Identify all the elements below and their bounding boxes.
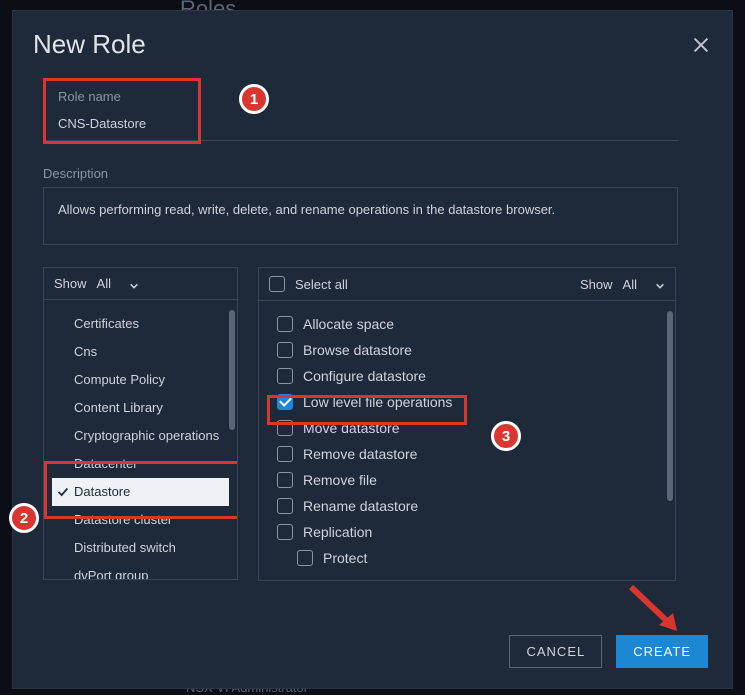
category-label: Datastore	[74, 484, 130, 499]
permission-item[interactable]: Low level file operations	[271, 389, 667, 415]
category-item[interactable]: Cns	[52, 338, 229, 366]
permission-label: Browse datastore	[303, 342, 412, 358]
category-label: Cryptographic operations	[74, 428, 219, 443]
category-item[interactable]: Content Library	[52, 394, 229, 422]
select-all-label: Select all	[295, 277, 348, 292]
permission-item[interactable]: Browse datastore	[271, 337, 667, 363]
category-filter-dropdown[interactable]: All	[97, 276, 139, 291]
permission-checkbox[interactable]	[297, 550, 313, 566]
close-button[interactable]	[690, 34, 712, 56]
permission-label: Replication	[303, 524, 372, 540]
permission-item[interactable]: Allocate space	[271, 311, 667, 337]
description-textarea[interactable]: Allows performing read, write, delete, a…	[43, 187, 678, 245]
role-name-label: Role name	[58, 89, 186, 104]
chevron-down-icon	[129, 279, 139, 289]
permission-label: Allocate space	[303, 316, 394, 332]
category-item[interactable]: Datastore cluster	[52, 506, 229, 534]
permission-checkbox[interactable]	[277, 446, 293, 462]
permission-checkbox[interactable]	[277, 394, 293, 410]
permission-checkbox[interactable]	[277, 524, 293, 540]
category-label: Datastore cluster	[74, 512, 172, 527]
permission-label: Low level file operations	[303, 394, 452, 410]
permission-label: Remove file	[303, 472, 377, 488]
permission-label: Protect	[323, 550, 367, 566]
permission-checkbox[interactable]	[277, 420, 293, 436]
permission-list: Allocate space Browse datastore Configure …	[267, 311, 667, 545]
permission-item[interactable]: Rename datastore	[271, 493, 667, 519]
category-item[interactable]: Compute Policy	[52, 366, 229, 394]
category-item[interactable]: Distributed switch	[52, 534, 229, 562]
chevron-down-icon	[655, 279, 665, 289]
permission-item[interactable]: Configure datastore	[271, 363, 667, 389]
category-item[interactable]: Datastore	[52, 478, 229, 506]
permission-checkbox[interactable]	[277, 316, 293, 332]
category-label: Datacenter	[74, 456, 138, 471]
annotation-badge-3: 3	[491, 421, 521, 451]
scrollbar-thumb-right[interactable]	[667, 311, 673, 501]
category-label: Content Library	[74, 400, 163, 415]
check-icon	[56, 485, 70, 499]
permission-label: Rename datastore	[303, 498, 418, 514]
category-label: Distributed switch	[74, 540, 176, 555]
role-name-input[interactable]: CNS-Datastore	[58, 110, 186, 131]
permission-label: Configure datastore	[303, 368, 426, 384]
permission-item-sub[interactable]: Protect	[267, 545, 667, 571]
scrollbar-thumb-left[interactable]	[229, 310, 235, 430]
category-label: dvPort group	[74, 568, 148, 579]
description-label: Description	[43, 166, 702, 181]
show-label-right: Show	[580, 277, 613, 292]
category-list[interactable]: Certificates Cns Compute Policy Content Lib…	[44, 300, 237, 579]
dropdown-all-left: All	[97, 276, 111, 291]
permission-checkbox[interactable]	[277, 368, 293, 384]
show-label-left: Show	[54, 276, 87, 291]
permission-filter-dropdown[interactable]: All	[623, 277, 665, 292]
select-all-checkbox[interactable]	[269, 276, 285, 292]
new-role-dialog: New Role Role name CNS-Datastore 1 Descr…	[12, 10, 733, 689]
permission-checkbox[interactable]	[277, 472, 293, 488]
annotation-arrow	[621, 581, 691, 646]
dropdown-all-right: All	[623, 277, 637, 292]
category-item[interactable]: dvPort group	[52, 562, 229, 579]
annotation-badge-2: 2	[9, 503, 39, 533]
category-label: Cns	[74, 344, 97, 359]
cancel-button[interactable]: CANCEL	[509, 635, 602, 668]
category-item[interactable]: Certificates	[52, 310, 229, 338]
permission-checkbox[interactable]	[277, 342, 293, 358]
category-label: Compute Policy	[74, 372, 165, 387]
permission-item[interactable]: Remove file	[271, 467, 667, 493]
permission-label: Move datastore	[303, 420, 400, 436]
permission-item[interactable]: Move datastore	[271, 415, 667, 441]
permission-item[interactable]: Replication	[271, 519, 667, 545]
permission-label: Remove datastore	[303, 446, 417, 462]
category-label: Certificates	[74, 316, 139, 331]
permission-checkbox[interactable]	[277, 498, 293, 514]
annotation-badge-1: 1	[239, 84, 269, 114]
category-item[interactable]: Cryptographic operations	[52, 422, 229, 450]
dialog-title: New Role	[33, 29, 146, 60]
permission-item[interactable]: Remove datastore	[271, 441, 667, 467]
category-item[interactable]: Datacenter	[52, 450, 229, 478]
